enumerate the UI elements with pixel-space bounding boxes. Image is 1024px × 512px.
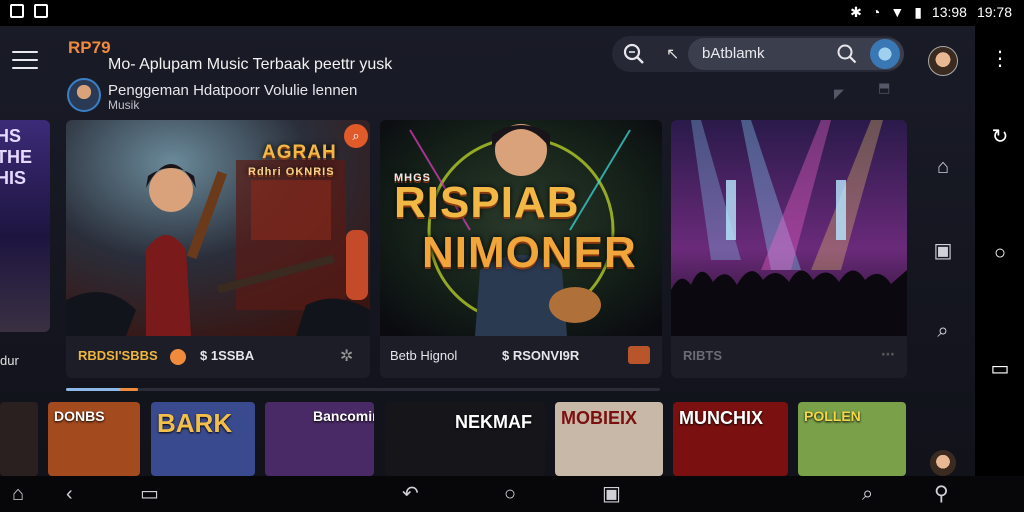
battery-icon: ▮	[914, 4, 922, 20]
channel-avatar[interactable]	[67, 78, 101, 112]
thumbnail-card[interactable]: DONBS	[48, 402, 140, 476]
user-avatar[interactable]	[930, 450, 956, 476]
card-2-art-title-2: NIMONER	[422, 228, 637, 277]
more-icon[interactable]: ⋯	[881, 346, 895, 363]
gallery-icon	[10, 4, 24, 18]
thumbnail-card[interactable]: MOBIEIX	[555, 402, 663, 476]
thumbnail-label: POLLEN	[804, 408, 861, 424]
recents-icon[interactable]: ▭	[140, 484, 159, 504]
peek-caption: dur	[0, 353, 19, 368]
hero-card-1[interactable]: AGRAH Rdhri OKNRIS ⌕ RBDSI'SBBS $ 1SSBA …	[66, 120, 370, 378]
back-arrow-icon[interactable]: ↶	[402, 484, 419, 504]
more-vert-icon[interactable]: ⋮	[989, 46, 1011, 71]
cursor-icon[interactable]: ↖	[666, 44, 679, 64]
navigation-bar: ⌂ ‹ ▭ ↶ ○ ▣ ⌕ ⚲	[0, 476, 1024, 512]
refresh-icon[interactable]: ↻	[989, 124, 1011, 149]
settings-icon[interactable]: ✲	[340, 346, 353, 366]
card-2-footer-primary: Betb Hignol	[390, 348, 458, 363]
profile-avatar[interactable]	[928, 46, 958, 76]
thumbnail-card[interactable]: BARK	[151, 402, 255, 476]
card-2-art-title: RISPIAB	[394, 178, 580, 227]
thumbnail-label: DONBS	[54, 408, 105, 424]
card-1-footer-secondary: $ 1SSBA	[200, 348, 255, 363]
shield-icon	[34, 4, 48, 18]
card-1-art-title: AGRAH	[262, 142, 337, 163]
home-circle-icon[interactable]: ○	[989, 242, 1011, 265]
card-3-footer-primary: RIBTS	[683, 348, 722, 363]
back-icon[interactable]: ‹	[66, 484, 73, 504]
wifi-icon: ▼	[890, 4, 905, 20]
home-circle-icon[interactable]: ○	[504, 484, 516, 504]
carousel-indicator	[66, 388, 660, 391]
app-content: RP79 Mo- Aplupam Music Terbaak peettr yu…	[0, 26, 975, 476]
thumbnail-label: NEKMAF	[455, 412, 532, 432]
gallery-icon[interactable]: ▣	[930, 238, 956, 264]
page-title: Mo- Aplupam Music Terbaak peettr yusk	[108, 56, 393, 73]
card-art-3	[671, 120, 907, 336]
card-2-footer-secondary: $ RSONVI9R	[502, 348, 580, 363]
hero-card-3[interactable]: RIBTS ⋯	[671, 120, 907, 378]
search-input-value: bAtblamk	[702, 45, 765, 62]
card-3-footer: RIBTS ⋯	[671, 336, 907, 378]
search-icon[interactable]: ⌕	[862, 484, 873, 504]
card-1-footer: RBDSI'SBBS $ 1SSBA ✲	[66, 336, 370, 378]
thumbnail-label: MUNCHIX	[679, 408, 763, 428]
peek-art-text: HS THE HIS	[0, 126, 32, 188]
thumbnail-card[interactable]: MUNCHIX	[673, 402, 788, 476]
alarm-icon: ◔	[871, 4, 881, 20]
bluetooth-icon: ✱	[850, 4, 862, 20]
page-subtitle-secondary: Musik	[108, 98, 140, 112]
recents-square-icon[interactable]: ▣	[602, 484, 621, 504]
coin-icon	[170, 349, 186, 365]
status-bar: ✱ ◔ ▼ ▮ 13:98 19:78	[0, 0, 1024, 26]
search-side-icon[interactable]: ⌕	[930, 318, 956, 344]
thumbnail-card[interactable]: POLLEN	[798, 402, 906, 476]
bookmark-icon[interactable]: ▭	[989, 356, 1011, 381]
status-clock: 13:98	[931, 4, 967, 20]
thumbnail-card[interactable]: Bancomin	[265, 402, 374, 476]
dim-badge-icon: ⬒	[878, 80, 891, 95]
thumbnail-label: Bancomin	[313, 408, 374, 424]
brand-logo: RP79	[68, 38, 111, 57]
thumbnail-label: MOBIEIX	[561, 408, 638, 428]
status-time-secondary: 19:78	[976, 4, 1012, 20]
search-avatar[interactable]	[870, 39, 900, 69]
search-icon[interactable]	[622, 42, 646, 66]
thumbnail-card[interactable]	[0, 402, 38, 476]
card-1-art-subtitle: Rdhri OKNRIS	[248, 166, 335, 178]
search-submit-icon[interactable]	[836, 43, 858, 65]
page-subtitle: Penggeman Hdatpoorr Volulie lennen	[108, 82, 358, 99]
home-icon[interactable]: ⌂	[930, 154, 956, 180]
card-peek-left[interactable]: HS THE HIS	[0, 120, 50, 332]
menu-icon[interactable]	[12, 51, 38, 69]
card-1-footer-primary: RBDSI'SBBS	[78, 348, 158, 363]
hero-card-2[interactable]: MHGS RISPIAB NIMONER Betb Hignol $ RSONV…	[380, 120, 662, 378]
thumbnail-label: BARK	[157, 408, 233, 438]
key-icon[interactable]: ⚲	[934, 484, 949, 504]
card-2-footer: Betb Hignol $ RSONVI9R	[380, 336, 662, 378]
home-icon[interactable]: ⌂	[12, 484, 24, 504]
thumbnail-card[interactable]: NEKMAF	[385, 402, 545, 476]
card-1-search-badge-icon[interactable]: ⌕	[344, 124, 368, 148]
chat-icon[interactable]	[628, 346, 650, 364]
arrow-icon: ◤	[834, 86, 844, 101]
